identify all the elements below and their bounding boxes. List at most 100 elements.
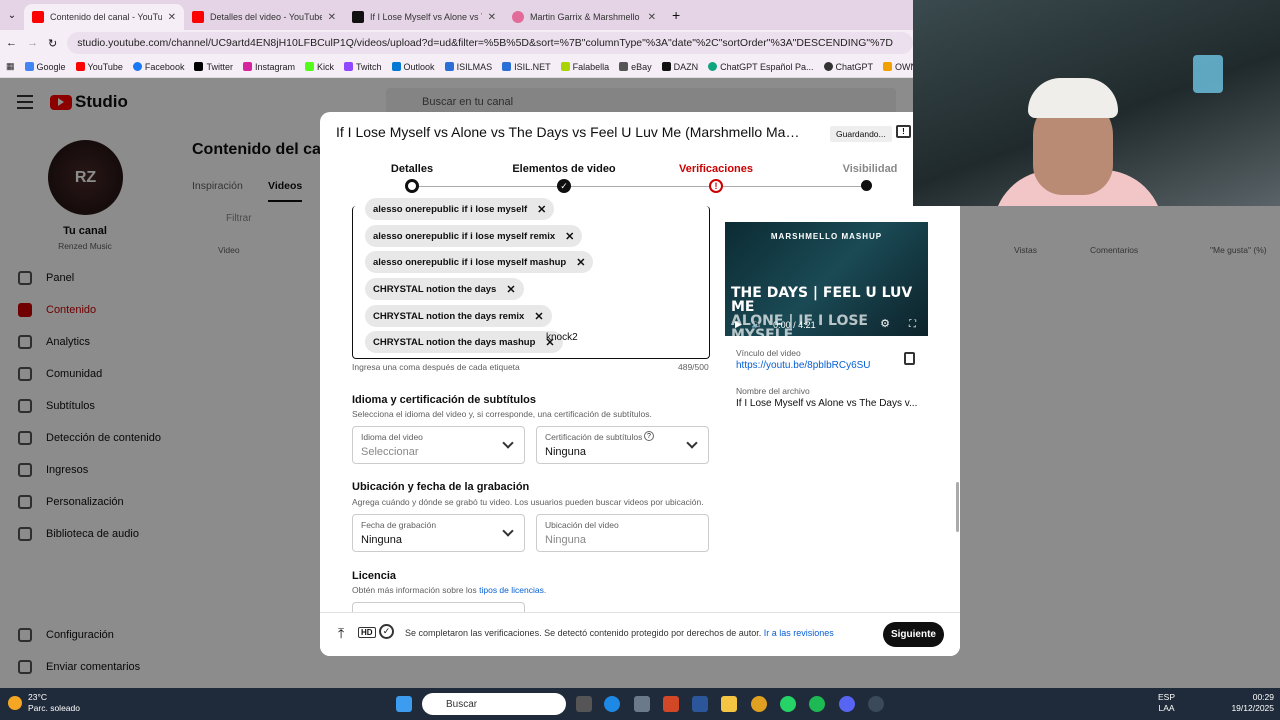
close-icon[interactable]: ✕ [576,256,585,269]
browser-tab-4[interactable]: Martin Garrix & Marshmello © ✕ [504,4,664,30]
dialog-scrollbar[interactable] [956,482,959,532]
close-icon[interactable]: ✕ [534,310,543,323]
close-icon[interactable]: ✕ [168,12,176,23]
time: 00:29 [1252,692,1274,702]
tag-input[interactable]: knock2 [546,332,578,343]
close-icon[interactable]: ✕ [506,283,515,296]
tiktok-icon [352,11,364,23]
upload-icon: ⤒ [338,625,345,641]
video-link-label: Vínculo del video [736,348,801,358]
next-button[interactable]: Siguiente [883,622,944,647]
tag-chip: CHRYSTAL notion the days mashup ✕ [365,331,563,353]
word-icon[interactable] [692,696,708,712]
bookmark-google[interactable]: Google [24,62,66,72]
recording-date-select[interactable]: Fecha de grabación Ninguna [352,514,525,552]
license-select[interactable] [352,602,525,612]
license-link[interactable]: tipos de licencias [479,585,544,595]
step-visibilidad[interactable]: Visibilidad [832,163,908,175]
windows-start-icon[interactable] [396,696,412,712]
play-icon[interactable]: ▶ [735,319,742,330]
settings-icon[interactable]: ⚙ [880,317,890,330]
bookmark-falabella[interactable]: Falabella [560,62,609,72]
checks-message: Se completaron las verificaciones. Se de… [405,628,834,638]
bookmark-chatgpt[interactable]: ChatGPT [823,62,873,72]
step-verificaciones[interactable]: Verificaciones [670,163,762,175]
store-icon[interactable] [634,696,650,712]
feedback-icon[interactable]: ! [896,125,911,138]
bookmark-dazn[interactable]: DAZN [661,62,698,72]
bookmark-youtube[interactable]: YouTube [75,62,123,72]
bookmark-chatgpt-es[interactable]: ChatGPT Español Pa... [708,62,814,72]
bookmark-facebook[interactable]: Facebook [132,62,184,72]
input-value: Ninguna [545,534,586,546]
taskbar-search[interactable]: Buscar [422,693,566,715]
select-label: Idioma del video [361,432,423,442]
bookmark-twitch[interactable]: Twitch [344,62,382,72]
go-to-reviews-link[interactable]: Ir a las revisiones [764,628,834,638]
upload-dialog: If I Lose Myself vs Alone vs The Days vs… [320,112,960,656]
license-desc: Obtén más información sobre los tipos de… [352,585,547,595]
copy-icon[interactable] [904,352,915,365]
bookmark-outlook[interactable]: Outlook [391,62,435,72]
tab-title: Detalles del video - YouTube St [210,12,322,22]
bookmark-instagram[interactable]: Instagram [242,62,295,72]
browser-tab-3[interactable]: If I Lose Myself vs Alone vs The ✕ [344,4,504,30]
video-language-select[interactable]: Idioma del video Seleccionar [352,426,525,464]
bookmark-kick[interactable]: Kick [305,62,334,72]
bookmark-isilnet[interactable]: ISIL.NET [502,62,551,72]
subtitle-cert-select[interactable]: Certificación de subtítulos ? Ninguna [536,426,709,464]
volume-icon[interactable]: 🔈 [752,319,763,330]
back-icon[interactable]: ← [6,37,17,49]
bookmark-twitter[interactable]: Twitter [194,62,233,72]
taskbar-search-text: Buscar [446,698,478,710]
discord-icon[interactable] [839,696,855,712]
file-explorer-icon[interactable] [721,696,737,712]
player-time: 0:00 / 4:21 [773,319,816,330]
close-icon[interactable]: ✕ [648,12,656,23]
warning-icon: ! [709,179,723,193]
spotify-icon[interactable] [809,696,825,712]
background-light [1193,55,1223,93]
close-icon[interactable]: ✕ [565,230,574,243]
person-cap [1028,78,1118,118]
close-icon[interactable]: ✕ [488,12,496,23]
step-elementos[interactable]: Elementos de video [506,163,622,175]
app-icon[interactable] [868,696,884,712]
close-icon[interactable]: ✕ [537,203,546,216]
reload-icon[interactable]: ↻ [48,37,57,50]
powerpoint-icon[interactable] [663,696,679,712]
youtube-icon [192,11,204,23]
edge-icon[interactable] [604,696,620,712]
bookmark-ebay[interactable]: eBay [619,62,652,72]
file-name-label: Nombre del archivo [736,386,810,396]
bookmark-own3d[interactable]: OWN3D [883,62,913,72]
browser-tab-2[interactable]: Detalles del video - YouTube St ✕ [184,4,344,30]
video-link[interactable]: https://youtu.be/8pblbRCy6SU [736,360,871,371]
browser-tab-1[interactable]: Contenido del canal - YouTube ✕ [24,4,184,30]
url-field[interactable]: studio.youtube.com/channel/UC9artd4EN8jH… [67,32,913,54]
dialog-footer: ⤒ HD ✓ Se completaron las verificaciones… [320,612,960,656]
language-indicator[interactable]: ESP LAA [1158,692,1175,714]
file-name: If I Lose Myself vs Alone vs The Days v.… [736,398,918,409]
apps-icon[interactable]: ▦ [6,61,15,72]
new-tab-button[interactable]: + [664,7,680,23]
task-view-icon[interactable] [576,696,592,712]
help-icon[interactable]: ? [644,431,654,441]
close-icon[interactable]: ✕ [328,12,336,23]
clock[interactable]: 00:29 19/12/2025 [1218,692,1274,714]
bookmark-isilmas[interactable]: ISILMAS [444,62,492,72]
whatsapp-icon[interactable] [780,696,796,712]
step-dot [861,180,872,191]
tab-list-icon[interactable]: ⌄ [0,10,24,21]
forward-icon[interactable]: → [27,37,38,49]
fullscreen-icon[interactable]: ⛶ [909,319,916,330]
tags-field[interactable]: alesso onerepublic if i lose myself ✕ ale… [352,198,710,359]
video-location-input[interactable]: Ubicación del video Ninguna [536,514,709,552]
chrome-icon[interactable] [751,696,767,712]
video-preview[interactable]: MARSHMELLO MASHUP THE DAYS | FEEL U LUV … [725,222,928,336]
address-bar-row: ← → ↻ studio.youtube.com/channel/UC9artd… [0,30,913,56]
step-detalles[interactable]: Detalles [384,163,440,175]
weather-widget[interactable]: 23°C Parc. soleado [8,692,80,714]
language-section-title: Idioma y certificación de subtítulos [352,394,536,406]
step-current-dot [405,179,419,193]
